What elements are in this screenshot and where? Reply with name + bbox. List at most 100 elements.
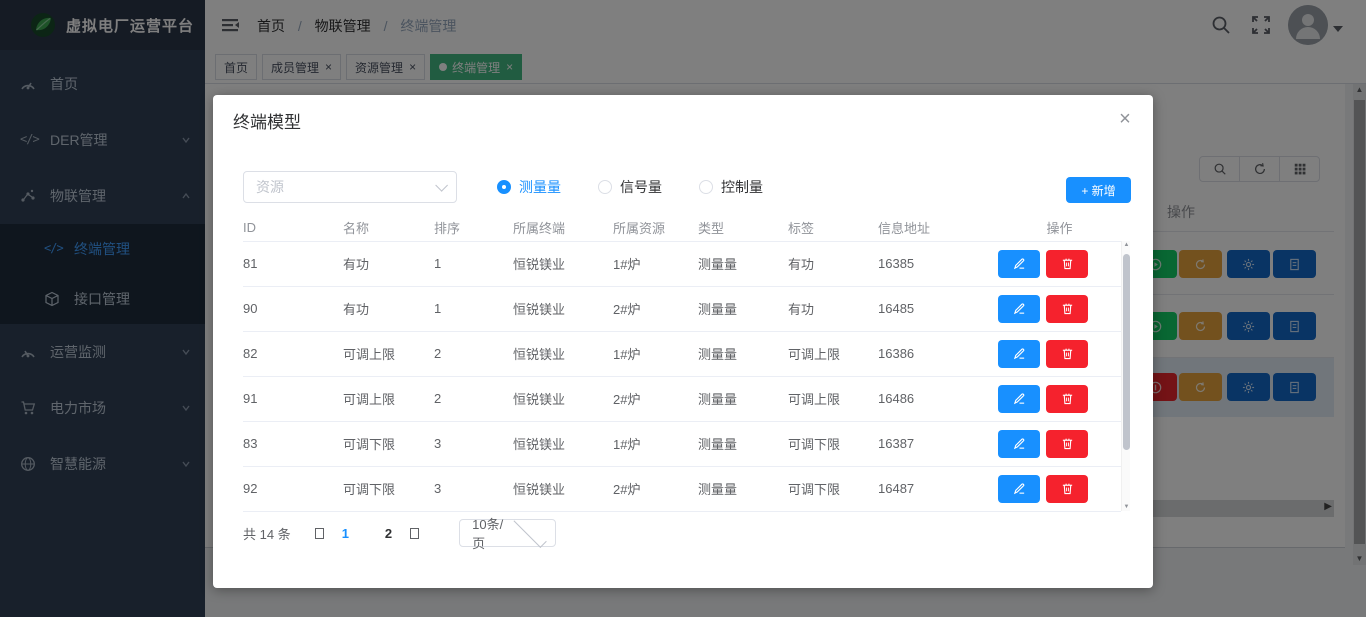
cell-id: 92: [243, 466, 343, 511]
pagination-total: 共 14 条: [243, 524, 291, 543]
cell-resource: 1#炉: [613, 331, 698, 376]
cell-name: 有功: [343, 286, 434, 331]
terminal-model-table: ID 名称 排序 所属终端 所属资源 类型 标签 信息地址 操作 81 有功: [243, 215, 1130, 512]
delete-button[interactable]: [1046, 475, 1088, 503]
page-number-2[interactable]: 2: [385, 526, 392, 541]
cell-id: 81: [243, 241, 343, 286]
page-number-1[interactable]: 1: [342, 526, 349, 541]
table-row: 81 有功 1 恒锐镁业 1#炉 测量量 有功 16385: [243, 241, 1121, 286]
radio-label: 测量量: [519, 177, 561, 197]
cell-terminal: 恒锐镁业: [513, 286, 613, 331]
delete-button[interactable]: [1046, 430, 1088, 458]
cell-name: 可调下限: [343, 421, 434, 466]
col-header-id: ID: [243, 215, 343, 241]
cell-id: 90: [243, 286, 343, 331]
page-size-value: 10条/页: [472, 514, 509, 552]
cell-terminal: 恒锐镁业: [513, 241, 613, 286]
cell-resource: 2#炉: [613, 466, 698, 511]
delete-button[interactable]: [1046, 250, 1088, 278]
cell-order: 3: [434, 466, 513, 511]
cell-address: 16485: [878, 286, 998, 331]
table-row: 91 可调上限 2 恒锐镁业 2#炉 测量量 可调上限 16486: [243, 376, 1121, 421]
page-size-select[interactable]: 10条/页: [459, 519, 556, 547]
edit-button[interactable]: [998, 340, 1040, 368]
cell-id: 91: [243, 376, 343, 421]
terminal-model-dialog: 终端模型 × 资源 测量量 信号量 控制量 + 新增: [213, 95, 1153, 588]
cell-name: 可调上限: [343, 331, 434, 376]
cell-id: 82: [243, 331, 343, 376]
cell-type: 测量量: [698, 286, 788, 331]
cell-tag: 可调下限: [788, 421, 878, 466]
radio-dot-icon: [598, 180, 612, 194]
scroll-down-icon[interactable]: ▼: [1122, 504, 1131, 510]
cell-address: 16486: [878, 376, 998, 421]
radio-signal[interactable]: 信号量: [598, 177, 662, 197]
delete-button[interactable]: [1046, 385, 1088, 413]
chevron-down-icon: [435, 179, 448, 192]
select-placeholder: 资源: [256, 177, 435, 197]
col-header-tag: 标签: [788, 215, 878, 241]
cell-tag: 可调上限: [788, 376, 878, 421]
cell-type: 测量量: [698, 241, 788, 286]
scrollbar-thumb[interactable]: [1123, 254, 1130, 450]
cell-id: 83: [243, 421, 343, 466]
edit-button[interactable]: [998, 475, 1040, 503]
cell-address: 16385: [878, 241, 998, 286]
pagination: 共 14 条 1 2 10条/页: [243, 519, 556, 547]
radio-dot-icon: [497, 180, 511, 194]
cell-type: 测量量: [698, 331, 788, 376]
close-icon[interactable]: ×: [1113, 107, 1137, 131]
cell-tag: 可调上限: [788, 331, 878, 376]
radio-label: 信号量: [620, 177, 662, 197]
app-root: 虚拟电厂运营平台 首页 </> DER管理 物联管理: [0, 0, 1366, 617]
cell-name: 可调上限: [343, 376, 434, 421]
scroll-up-icon[interactable]: ▲: [1122, 242, 1131, 248]
next-page-button[interactable]: [410, 528, 419, 539]
col-header-terminal: 所属终端: [513, 215, 613, 241]
cell-type: 测量量: [698, 466, 788, 511]
resource-select[interactable]: 资源: [243, 171, 457, 203]
add-button[interactable]: + 新增: [1066, 177, 1131, 203]
cell-tag: 可调下限: [788, 466, 878, 511]
cell-order: 3: [434, 421, 513, 466]
prev-page-button[interactable]: [315, 528, 324, 539]
cell-resource: 2#炉: [613, 286, 698, 331]
radio-measurement[interactable]: 测量量: [497, 177, 561, 197]
cell-address: 16386: [878, 331, 998, 376]
edit-button[interactable]: [998, 295, 1040, 323]
edit-button[interactable]: [998, 430, 1040, 458]
cell-address: 16387: [878, 421, 998, 466]
cell-terminal: 恒锐镁业: [513, 376, 613, 421]
delete-button[interactable]: [1046, 340, 1088, 368]
cell-tag: 有功: [788, 241, 878, 286]
radio-label: 控制量: [721, 177, 763, 197]
delete-button[interactable]: [1046, 295, 1088, 323]
type-radio-group: 测量量 信号量 控制量: [497, 171, 763, 203]
cell-order: 2: [434, 331, 513, 376]
cell-type: 测量量: [698, 376, 788, 421]
col-header-address: 信息地址: [878, 215, 998, 241]
table-scrollbar[interactable]: ▲ ▼: [1121, 241, 1130, 511]
table-row: 92 可调下限 3 恒锐镁业 2#炉 测量量 可调下限 16487: [243, 466, 1121, 511]
cell-order: 1: [434, 286, 513, 331]
radio-dot-icon: [699, 180, 713, 194]
cell-name: 有功: [343, 241, 434, 286]
cell-tag: 有功: [788, 286, 878, 331]
radio-control[interactable]: 控制量: [699, 177, 763, 197]
cell-resource: 2#炉: [613, 376, 698, 421]
col-header-type: 类型: [698, 215, 788, 241]
dialog-title: 终端模型: [233, 108, 301, 133]
col-header-resource: 所属资源: [613, 215, 698, 241]
edit-button[interactable]: [998, 250, 1040, 278]
table-row: 83 可调下限 3 恒锐镁业 1#炉 测量量 可调下限 16387: [243, 421, 1121, 466]
table-header-row: ID 名称 排序 所属终端 所属资源 类型 标签 信息地址 操作: [243, 215, 1121, 241]
cell-type: 测量量: [698, 421, 788, 466]
table-row: 82 可调上限 2 恒锐镁业 1#炉 测量量 可调上限 16386: [243, 331, 1121, 376]
edit-button[interactable]: [998, 385, 1040, 413]
cell-name: 可调下限: [343, 466, 434, 511]
cell-order: 2: [434, 376, 513, 421]
cell-resource: 1#炉: [613, 241, 698, 286]
chevron-down-icon: [514, 514, 547, 547]
col-header-order: 排序: [434, 215, 513, 241]
cell-order: 1: [434, 241, 513, 286]
